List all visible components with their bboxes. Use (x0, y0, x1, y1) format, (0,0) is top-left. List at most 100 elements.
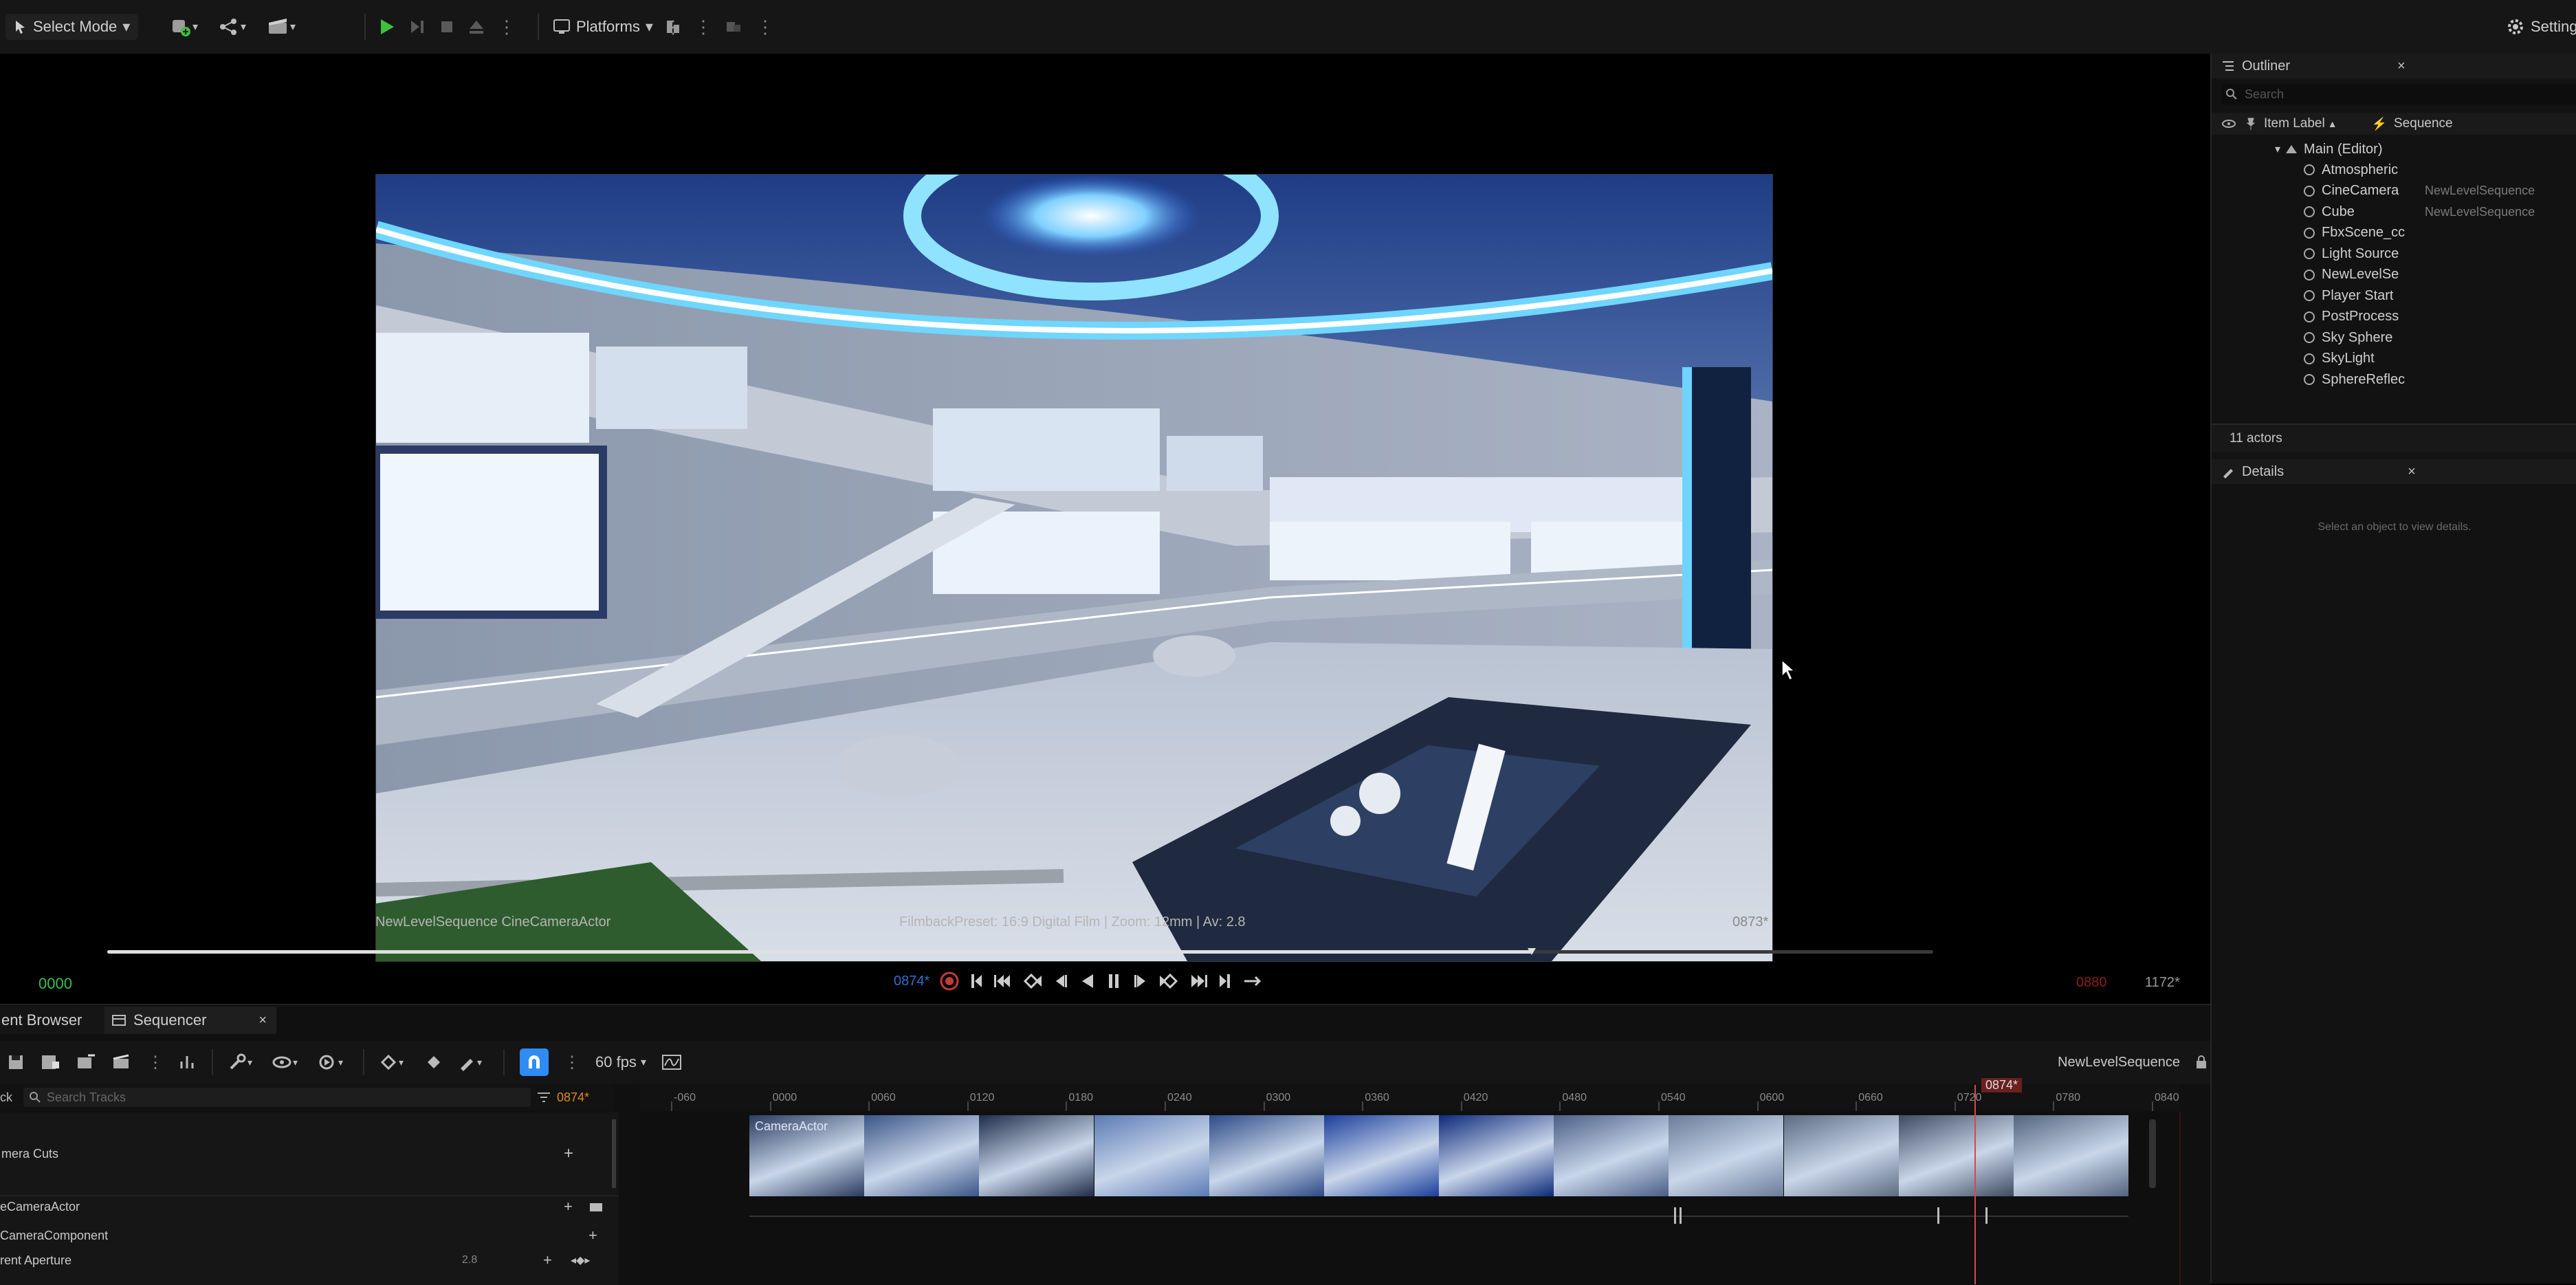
more-options-icon[interactable]: ⋮ (498, 17, 516, 38)
eject-icon[interactable] (467, 18, 485, 36)
view-eye-icon[interactable]: ▾ (272, 1053, 302, 1071)
camera-cut-section[interactable] (749, 1115, 2128, 1196)
blueprint-icon[interactable]: ▾ (217, 17, 249, 37)
visibility-eye-icon[interactable] (2221, 119, 2236, 129)
close-icon[interactable]: × (258, 1013, 267, 1029)
timeline-tracks[interactable]: CameraActor (639, 1085, 2181, 1285)
outliner-item[interactable]: Light Source (2212, 243, 2576, 264)
tab-sequencer[interactable]: Sequencer × (104, 1007, 276, 1034)
scrubber-handle[interactable] (1527, 947, 1536, 956)
outliner-item[interactable]: SphereReflec (2212, 369, 2576, 390)
actor-to-sequencer-icon[interactable] (76, 1053, 96, 1071)
outliner-root-row[interactable]: ▾ Main (Editor) (2212, 139, 2576, 160)
snap-magnet-icon[interactable] (520, 1048, 549, 1076)
play-reverse-icon[interactable] (1079, 971, 1096, 991)
keyframe-forward-icon[interactable] (1158, 971, 1178, 991)
keyframe[interactable] (1937, 1207, 1939, 1224)
record-icon[interactable] (939, 971, 960, 991)
outliner-item[interactable]: CineCamera NewLevelSequence (2212, 181, 2576, 201)
keyframe[interactable] (1680, 1207, 1682, 1224)
playback-scrubber[interactable] (0, 947, 2200, 956)
platforms-dropdown[interactable]: Platforms ▾ (553, 18, 653, 36)
add-icon[interactable]: + (564, 1144, 573, 1163)
fps-dropdown[interactable]: 60 fps ▾ (595, 1053, 646, 1071)
wrench-icon[interactable]: ▾ (228, 1053, 257, 1071)
track-aperture[interactable]: rent Aperture 2.8 + ◂◆▸ (0, 1250, 619, 1271)
pin-icon[interactable] (2246, 117, 2256, 131)
cinematics-icon[interactable]: ▾ (267, 17, 298, 37)
playback-options-icon[interactable]: ▾ (318, 1053, 348, 1071)
add-icon[interactable]: + (588, 1227, 597, 1244)
more-options-icon[interactable]: ⋮ (756, 17, 774, 38)
add-icon[interactable]: + (564, 1198, 573, 1216)
playhead-line[interactable] (1974, 1085, 1976, 1284)
step-back-icon[interactable] (1053, 971, 1070, 991)
track-camera-component[interactable]: CameraComponent + (0, 1225, 619, 1246)
pause-icon[interactable] (1105, 971, 1122, 991)
column-item-label[interactable]: Item Label (2264, 116, 2325, 131)
close-icon[interactable]: × (2397, 58, 2406, 74)
keyframe-nav-icon[interactable]: ◂◆▸ (571, 1253, 590, 1267)
actor-icon (2302, 373, 2316, 386)
outliner-search-input[interactable]: Search (2221, 84, 2576, 105)
more-options-icon[interactable]: ⋮ (564, 1053, 580, 1073)
track-camera-cuts[interactable]: mera Cuts + (0, 1112, 619, 1196)
outliner-item[interactable]: NewLevelSe (2212, 265, 2576, 285)
previous-key-icon[interactable] (993, 971, 1013, 991)
select-mode-label: Select Mode (33, 18, 118, 35)
outliner-item[interactable]: PostProcess (2212, 307, 2576, 327)
select-mode-dropdown[interactable]: Select Mode ▾ (5, 14, 139, 40)
filter-icon[interactable] (536, 1090, 551, 1104)
add-actor-icon[interactable]: ▾ (170, 17, 199, 37)
chevron-down-icon[interactable]: ▾ (2275, 142, 2280, 156)
level-viewport[interactable]: NewLevelSequence CineCameraActor Filmbac… (0, 54, 2210, 1004)
step-forward-icon[interactable] (1132, 971, 1148, 991)
column-sequence[interactable]: Sequence (2394, 116, 2453, 131)
tab-content-browser[interactable]: ent Browser (0, 1007, 104, 1034)
save-as-icon[interactable] (40, 1053, 60, 1071)
keyframe[interactable] (1985, 1207, 1988, 1224)
add-key-icon[interactable] (425, 1053, 443, 1071)
timeline-ruler[interactable]: -060 0000 0060 0120 0180 0240 0300 0360 0420 0480… (639, 1078, 2475, 1111)
chevron-down-icon: ▾ (645, 18, 653, 35)
camera-cut-thumbnail (864, 1115, 981, 1196)
timeline-scrollbar[interactable] (2149, 1119, 2156, 1188)
edit-pencil-icon[interactable]: ▾ (458, 1053, 488, 1071)
keyframe[interactable] (1674, 1207, 1676, 1224)
stop-icon[interactable] (439, 19, 455, 35)
ruler-tick-label: 0480 (1562, 1092, 1587, 1103)
track-scrollbar[interactable] (612, 1119, 616, 1188)
jump-to-start-icon[interactable] (969, 971, 983, 991)
playhead-label[interactable]: 0874* (1981, 1078, 2023, 1092)
keyframe-back-icon[interactable] (1023, 971, 1044, 991)
outliner-item[interactable]: Atmospheric (2212, 160, 2576, 180)
step-forward-icon[interactable] (408, 17, 426, 36)
lock-icon[interactable] (2195, 1055, 2208, 1070)
next-key-icon[interactable] (1188, 971, 1209, 991)
track-cine-camera-actor[interactable]: eCameraActor + (0, 1196, 619, 1217)
more-options-icon[interactable]: ⋮ (694, 17, 712, 38)
close-icon[interactable]: × (2408, 464, 2416, 480)
jump-to-end-icon[interactable] (1218, 971, 1232, 991)
tab-outliner[interactable]: Outliner × (2212, 54, 2576, 78)
add-icon[interactable]: + (543, 1251, 552, 1269)
key-mode-icon[interactable]: ▾ (379, 1053, 410, 1071)
source-control-icon[interactable] (725, 18, 744, 36)
snapping-icon[interactable] (179, 1053, 197, 1071)
play-icon[interactable] (378, 17, 396, 36)
camera-lock-icon[interactable] (588, 1200, 604, 1213)
track-search-input[interactable]: Search Tracks (23, 1088, 531, 1107)
outliner-item[interactable]: FbxScene_cc (2212, 223, 2576, 243)
outliner-item[interactable]: Sky Sphere (2212, 327, 2576, 348)
settings-button[interactable]: Settings (2531, 18, 2576, 36)
curve-editor-icon[interactable] (661, 1053, 682, 1071)
tab-details[interactable]: Details × (2212, 459, 2576, 484)
save-icon[interactable] (7, 1053, 25, 1071)
outliner-item[interactable]: SkyLight (2212, 349, 2576, 369)
more-options-icon[interactable]: ⋮ (147, 1053, 164, 1073)
outliner-item[interactable]: Cube NewLevelSequence (2212, 201, 2576, 222)
modeling-icon[interactable] (664, 18, 682, 36)
loop-icon[interactable] (1242, 971, 1262, 991)
render-movie-icon[interactable] (111, 1053, 132, 1071)
outliner-item[interactable]: Player Start (2212, 285, 2576, 306)
